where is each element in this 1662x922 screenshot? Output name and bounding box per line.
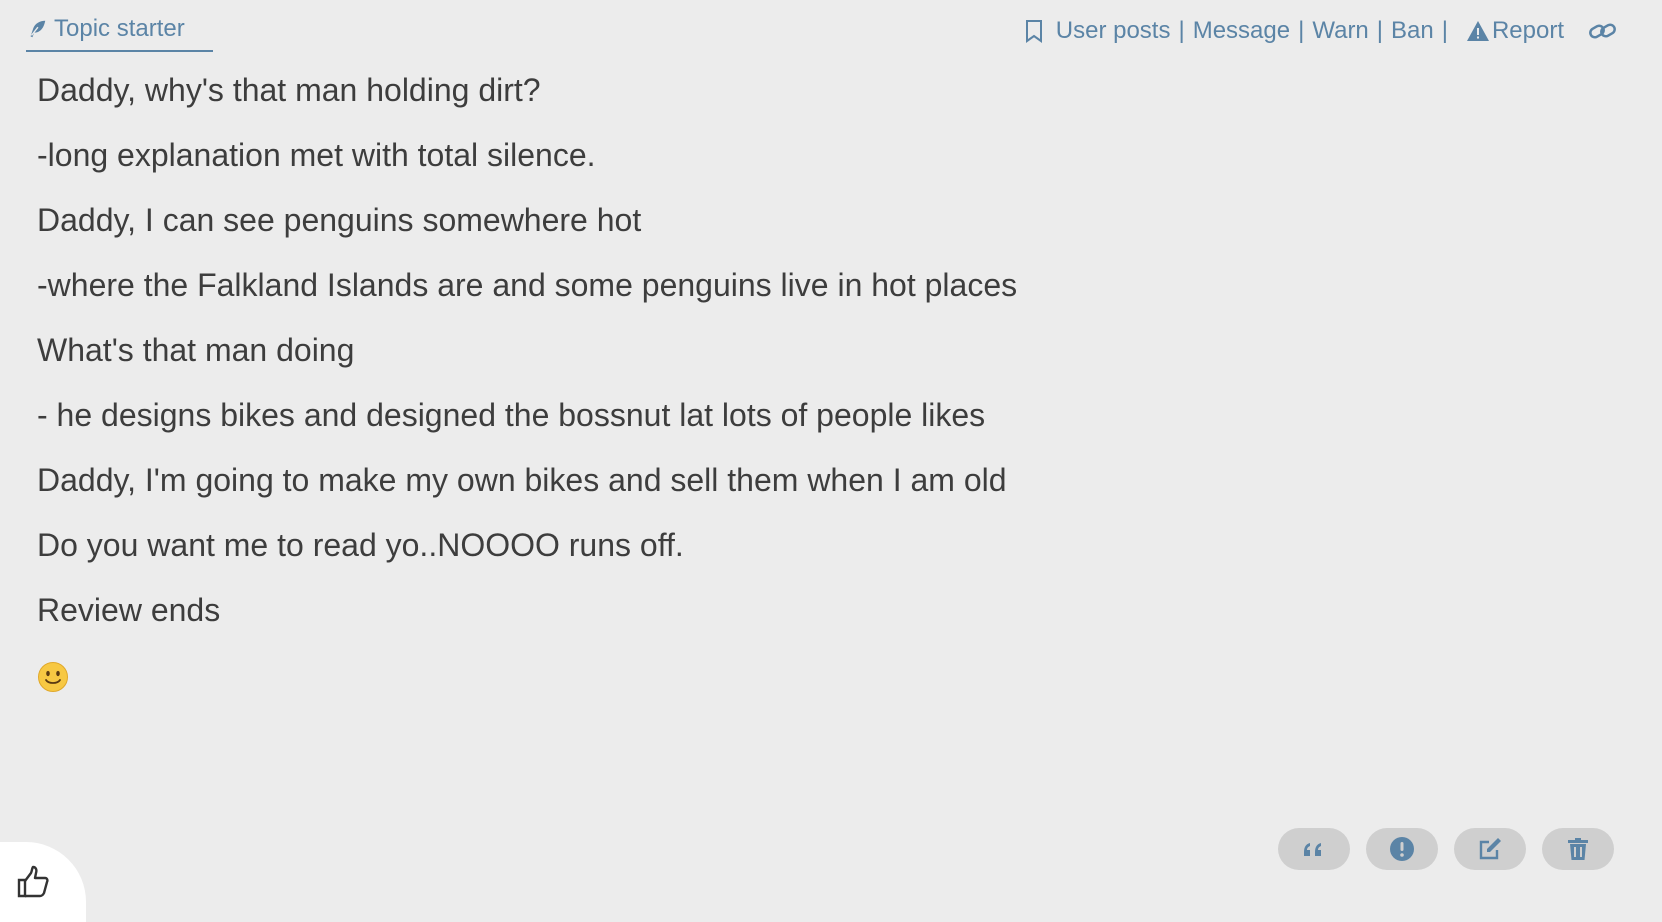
slightly-smiling-face-icon bbox=[38, 662, 68, 692]
separator: | bbox=[1376, 17, 1384, 44]
quote-icon bbox=[1304, 843, 1321, 856]
post-line: Review ends bbox=[37, 592, 221, 628]
post-body: Daddy, why's that man holding dirt? -lon… bbox=[37, 70, 1597, 698]
separator: | bbox=[1298, 17, 1305, 44]
link-icon[interactable] bbox=[1588, 19, 1618, 43]
separator: | bbox=[1441, 17, 1448, 44]
warning-icon bbox=[1466, 21, 1489, 41]
thumbs-up-icon bbox=[17, 865, 49, 898]
post-footer-buttons bbox=[1278, 828, 1614, 870]
edit-icon bbox=[1479, 838, 1501, 860]
warn-link[interactable]: Warn bbox=[1312, 17, 1368, 45]
post-line: Do you want me to read yo..NOOOO runs of… bbox=[37, 527, 684, 563]
quote-button[interactable] bbox=[1278, 828, 1350, 870]
bookmark-icon[interactable] bbox=[1024, 19, 1044, 43]
ban-link[interactable]: Ban bbox=[1391, 17, 1434, 45]
post-line: -long explanation met with total silence… bbox=[37, 137, 596, 173]
report-label: Report bbox=[1491, 17, 1564, 44]
message-link[interactable]: Message bbox=[1193, 17, 1290, 45]
topic-starter-label: Topic starter bbox=[54, 15, 185, 42]
post-line: - he designs bikes and designed the boss… bbox=[37, 397, 986, 433]
delete-button[interactable] bbox=[1542, 828, 1614, 870]
post-line: Daddy, why's that man holding dirt? bbox=[37, 72, 541, 108]
report-link[interactable]: Report bbox=[1466, 17, 1564, 45]
edit-button[interactable] bbox=[1454, 828, 1526, 870]
post-line: -where the Falkland Islands are and some… bbox=[37, 267, 1018, 303]
separator: | bbox=[1178, 17, 1185, 44]
post-actions: User posts | Message | Warn | Ban | Repo… bbox=[1024, 14, 1618, 48]
trash-icon bbox=[1568, 838, 1588, 860]
post-line: Daddy, I can see penguins somewhere hot bbox=[37, 202, 642, 238]
feather-icon bbox=[30, 20, 46, 38]
post-header: Topic starter User posts | Message | War… bbox=[0, 0, 1662, 60]
report-button[interactable] bbox=[1366, 828, 1438, 870]
user-posts-link[interactable]: User posts bbox=[1056, 17, 1171, 45]
topic-starter-tab[interactable]: Topic starter bbox=[26, 12, 213, 52]
post-line: What's that man doing bbox=[37, 332, 355, 368]
exclamation-icon bbox=[1390, 837, 1414, 861]
like-button[interactable] bbox=[0, 842, 86, 922]
post-line: Daddy, I'm going to make my own bikes an… bbox=[37, 462, 1007, 498]
